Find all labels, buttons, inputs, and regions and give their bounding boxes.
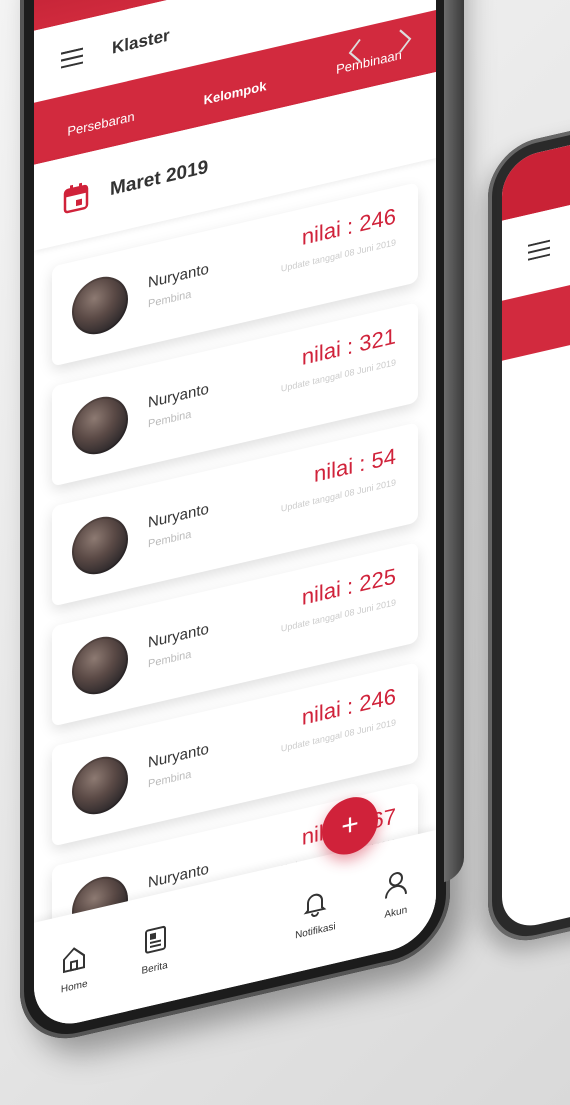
avatar (72, 271, 128, 340)
member-role: Pembina (148, 288, 192, 311)
app-screen: Klaster Persebaran Kelompok Pembinaan Ma… (34, 0, 436, 1033)
member-name: Nuryanto (148, 260, 209, 292)
member-name: Nuryanto (148, 500, 209, 532)
member-name: Nuryanto (148, 620, 209, 652)
nav-home-label: Home (60, 978, 88, 996)
home-icon (60, 941, 88, 980)
avatar (72, 391, 128, 460)
avatar (72, 511, 128, 580)
member-name: Nuryanto (148, 740, 209, 772)
news-icon (141, 923, 169, 962)
nav-home[interactable]: Home (39, 936, 109, 1000)
nav-akun[interactable]: Akun (361, 862, 431, 926)
nav-notifikasi[interactable]: Notifikasi (280, 881, 350, 945)
nav-berita[interactable]: Berita (120, 918, 190, 982)
nav-akun-label: Akun (384, 904, 408, 921)
chevron-right-icon[interactable] (398, 25, 412, 59)
user-icon (382, 867, 410, 906)
bell-icon (301, 886, 329, 925)
main-phone: Klaster Persebaran Kelompok Pembinaan Ma… (20, 0, 464, 1050)
update-date: Update tanggal 08 Juni 2019 (280, 477, 396, 514)
update-date: Update tanggal 08 Juni 2019 (280, 357, 396, 394)
update-date: Update tanggal 08 Juni 2019 (280, 717, 396, 754)
update-date: Update tanggal 08 Juni 2019 (280, 597, 396, 634)
member-role: Pembina (148, 408, 192, 431)
member-role: Pembina (148, 768, 192, 791)
secondary-header-bar (502, 117, 570, 221)
chevron-left-icon[interactable] (348, 37, 362, 71)
update-date: Update tanggal 08 Juni 2019 (280, 237, 396, 274)
member-role: Pembina (148, 528, 192, 551)
member-role: Pembina (148, 648, 192, 671)
nav-berita-label: Berita (141, 959, 168, 977)
secondary-phone (488, 103, 570, 951)
secondary-screen (502, 117, 570, 933)
page-title: Klaster (112, 25, 170, 58)
phone-edge (444, 0, 464, 883)
avatar (72, 751, 128, 820)
member-name: Nuryanto (148, 380, 209, 412)
avatar (72, 631, 128, 700)
month-label: Maret 2019 (110, 156, 209, 201)
calendar-icon (58, 176, 94, 220)
menu-icon[interactable] (54, 36, 90, 80)
